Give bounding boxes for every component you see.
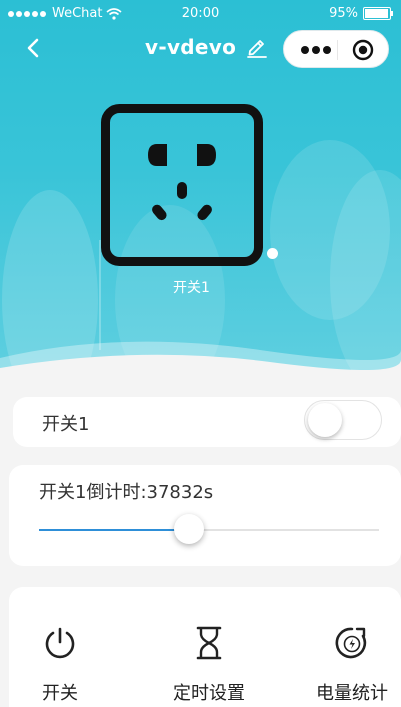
function-energy-label: 电量统计 bbox=[316, 683, 388, 704]
function-timer-label: 定时设置 bbox=[173, 683, 245, 704]
countdown-label: 开关1倒计时:37832s bbox=[39, 482, 214, 503]
power-icon bbox=[45, 627, 75, 659]
function-timer[interactable]: 定时设置 bbox=[149, 587, 269, 707]
battery-percent: 95% bbox=[329, 6, 358, 21]
device-header: WeChat 20:00 95% v-vdevo 开关1 bbox=[0, 0, 401, 378]
function-power[interactable]: 开关 bbox=[0, 587, 120, 707]
toggle-knob bbox=[308, 403, 342, 437]
capsule-divider bbox=[337, 40, 338, 60]
edit-pencil-icon[interactable] bbox=[246, 36, 268, 58]
back-arrow-icon[interactable] bbox=[22, 36, 46, 60]
countdown-card: 开关1倒计时:37832s bbox=[9, 465, 401, 566]
power-socket-icon[interactable] bbox=[101, 104, 263, 266]
switch-toggle[interactable] bbox=[304, 400, 382, 440]
battery-icon bbox=[363, 7, 393, 20]
slider-thumb[interactable] bbox=[173, 514, 204, 544]
miniprogram-capsule bbox=[283, 30, 389, 68]
function-bar: 开关 定时设置 电量统计 bbox=[9, 587, 401, 707]
energy-stat-icon bbox=[335, 627, 367, 659]
hourglass-icon bbox=[196, 626, 222, 660]
slider-fill bbox=[39, 529, 189, 531]
page-indicator-dot bbox=[267, 248, 278, 259]
more-dots-icon[interactable] bbox=[300, 44, 332, 56]
close-miniprogram-icon[interactable] bbox=[352, 39, 374, 61]
function-energy[interactable]: 电量统计 bbox=[292, 587, 401, 707]
switch-row-label: 开关1 bbox=[42, 414, 90, 435]
countdown-slider[interactable] bbox=[39, 514, 379, 551]
socket-label: 开关1 bbox=[173, 280, 210, 296]
device-name-title: v-vdevo bbox=[145, 35, 237, 59]
nav-bar: v-vdevo bbox=[0, 28, 401, 68]
status-bar: WeChat 20:00 95% bbox=[0, 0, 401, 28]
switch-row-card: 开关1 bbox=[13, 397, 401, 447]
function-power-label: 开关 bbox=[42, 683, 78, 704]
